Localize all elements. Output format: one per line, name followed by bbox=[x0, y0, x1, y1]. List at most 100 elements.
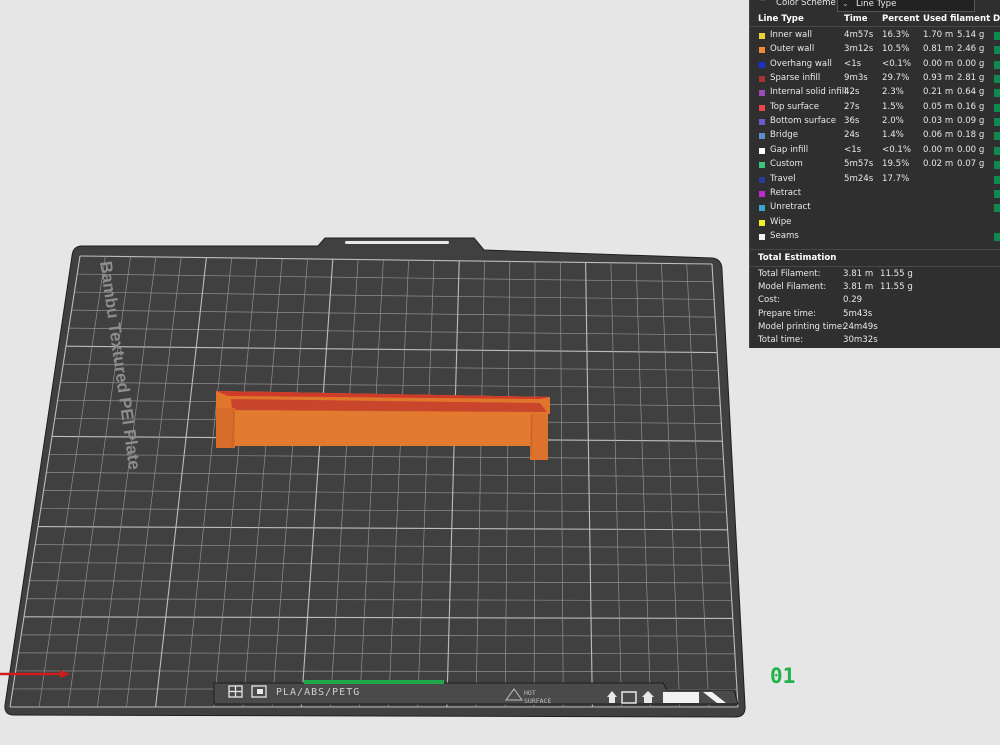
total-estimation-row: Total Filament: 3.81 m 11.55 g bbox=[750, 269, 1000, 282]
total-label: Total time: bbox=[758, 335, 804, 345]
filament-type-label: PLA/ABS/PETG bbox=[276, 687, 360, 698]
visibility-toggle[interactable] bbox=[994, 89, 1000, 98]
line-type-length: 0.00 m bbox=[923, 58, 954, 69]
visibility-toggle[interactable] bbox=[994, 75, 1000, 84]
line-type-swatch bbox=[759, 33, 765, 39]
line-type-time: 3m12s bbox=[844, 44, 874, 55]
line-type-length: 0.02 m bbox=[923, 159, 954, 170]
legend-row[interactable]: Bottom surface 36s 2.0% 0.03 m 0.09 g bbox=[750, 115, 1000, 129]
line-type-weight: 5.14 g bbox=[957, 30, 985, 40]
line-type-length: 1.70 m bbox=[923, 30, 954, 40]
hot-surface-label-2: SURFACE bbox=[524, 697, 551, 705]
line-type-weight: 0.64 g bbox=[957, 87, 985, 98]
total-estimation-row: Model printing time: 24m49s bbox=[750, 322, 1000, 335]
visibility-toggle[interactable] bbox=[994, 146, 1000, 155]
line-type-name: Wipe bbox=[770, 216, 792, 227]
visibility-toggle[interactable] bbox=[994, 132, 1000, 141]
total-label: Cost: bbox=[758, 295, 781, 306]
line-type-name: Retract bbox=[770, 187, 802, 198]
legend-header-divider bbox=[750, 26, 1000, 27]
line-type-swatch bbox=[759, 190, 765, 197]
legend-row[interactable]: Top surface 27s 1.5% 0.05 m 0.16 g bbox=[750, 101, 1000, 115]
line-type-time: 24s bbox=[844, 130, 860, 141]
line-type-percent: 19.5% bbox=[882, 159, 910, 170]
line-type-swatch bbox=[759, 233, 765, 240]
total-estimation-title: Total Estimation bbox=[758, 253, 837, 263]
line-type-weight: 0.18 g bbox=[957, 130, 985, 141]
visibility-toggle[interactable] bbox=[994, 118, 1000, 127]
total-value-1: 0.29 bbox=[843, 295, 863, 306]
color-scheme-value: Line Type bbox=[856, 0, 897, 9]
line-type-time: 42s bbox=[844, 87, 860, 98]
legend-row[interactable]: Sparse infill 9m3s 29.7% 0.93 m 2.81 g bbox=[750, 72, 1000, 86]
visibility-toggle[interactable] bbox=[994, 189, 1000, 198]
line-type-time: 36s bbox=[844, 116, 860, 127]
line-type-length: 0.06 m bbox=[923, 130, 954, 141]
legend-row[interactable]: Gap infill <1s <0.1% 0.00 m 0.00 g bbox=[750, 144, 1000, 158]
line-type-percent: 1.5% bbox=[882, 101, 904, 112]
legend-row[interactable]: Outer wall 3m12s 10.5% 0.81 m 2.46 g bbox=[750, 43, 1000, 57]
visibility-toggle[interactable] bbox=[994, 204, 1000, 213]
color-scheme-select[interactable]: ⌄ Line Type bbox=[837, 0, 975, 12]
legend-row[interactable]: Custom 5m57s 19.5% 0.02 m 0.07 g bbox=[750, 158, 1000, 172]
legend-row[interactable]: Internal solid infill 42s 2.3% 0.21 m 0.64 g bbox=[750, 86, 1000, 100]
line-type-time: 27s bbox=[844, 101, 860, 112]
legend-row[interactable]: Overhang wall <1s <0.1% 0.00 m 0.00 g bbox=[750, 58, 1000, 72]
line-type-swatch bbox=[759, 119, 765, 126]
legend-row[interactable]: Retract bbox=[750, 187, 1000, 201]
line-type-percent: <0.1% bbox=[882, 58, 912, 69]
line-type-swatch bbox=[759, 219, 765, 226]
visibility-toggle[interactable] bbox=[994, 232, 1000, 241]
legend-totals-title-divider bbox=[750, 266, 1000, 267]
line-type-name: Top surface bbox=[770, 101, 819, 112]
col-display: Di bbox=[993, 14, 1000, 24]
total-value-1: 3.81 m bbox=[843, 282, 874, 293]
chevron-down-icon: ⌄ bbox=[842, 0, 849, 8]
legend-row[interactable]: Bridge 24s 1.4% 0.06 m 0.18 g bbox=[750, 129, 1000, 143]
total-estimation-row: Prepare time: 5m43s bbox=[750, 309, 1000, 322]
line-type-name: Unretract bbox=[770, 202, 811, 213]
line-type-time: 9m3s bbox=[844, 73, 868, 84]
plate-index-label[interactable]: 01 bbox=[770, 664, 795, 688]
plate-handle bbox=[345, 241, 449, 244]
total-value-2: 11.55 g bbox=[880, 269, 913, 279]
visibility-toggle[interactable] bbox=[994, 46, 1000, 55]
line-type-time: 5m57s bbox=[844, 159, 874, 170]
visibility-toggle[interactable] bbox=[994, 218, 1000, 227]
visibility-toggle[interactable] bbox=[994, 103, 1000, 112]
plate-label-strip: PLA/ABS/PETG HOT SURFACE bbox=[213, 680, 739, 705]
line-type-swatch bbox=[759, 104, 765, 111]
line-type-percent: 2.3% bbox=[882, 87, 904, 98]
visibility-toggle[interactable] bbox=[994, 161, 1000, 170]
line-type-name: Internal solid infill bbox=[770, 87, 847, 98]
line-type-name: Sparse infill bbox=[770, 73, 821, 84]
line-type-name: Travel bbox=[770, 173, 796, 184]
total-label: Total Filament: bbox=[758, 269, 821, 279]
total-value-1: 30m32s bbox=[843, 335, 878, 345]
line-type-weight: 0.16 g bbox=[957, 101, 985, 112]
legend-panel: ⌃ Color Scheme ⌄ Line Type Line Type Tim… bbox=[749, 0, 1000, 348]
line-type-swatch bbox=[759, 76, 765, 83]
col-used-filament: Used filament bbox=[923, 14, 991, 24]
hot-surface-label-1: HOT bbox=[524, 689, 536, 697]
line-type-swatch bbox=[759, 147, 765, 154]
line-type-weight: 2.81 g bbox=[957, 73, 985, 84]
col-percent: Percent bbox=[882, 14, 920, 24]
line-type-time: <1s bbox=[844, 58, 862, 69]
line-type-percent: 29.7% bbox=[882, 73, 910, 84]
total-estimation-row: Cost: 0.29 bbox=[750, 295, 1000, 308]
legend-row[interactable]: Inner wall 4m57s 16.3% 1.70 m 5.14 g bbox=[750, 29, 1000, 43]
line-type-swatch bbox=[759, 47, 765, 54]
legend-row[interactable]: Wipe bbox=[750, 216, 1000, 230]
visibility-toggle[interactable] bbox=[994, 175, 1000, 184]
line-type-name: Outer wall bbox=[770, 44, 815, 55]
line-type-percent: 17.7% bbox=[882, 173, 910, 184]
visibility-toggle[interactable] bbox=[994, 32, 1000, 40]
legend-row[interactable]: Seams bbox=[750, 230, 1000, 244]
total-label: Model printing time: bbox=[758, 321, 846, 332]
legend-row[interactable]: Travel 5m24s 17.7% bbox=[750, 173, 1000, 187]
line-type-swatch bbox=[759, 176, 765, 183]
collapse-chevron-icon[interactable]: ⌃ bbox=[759, 0, 767, 8]
visibility-toggle[interactable] bbox=[994, 60, 1000, 69]
legend-row[interactable]: Unretract bbox=[750, 201, 1000, 215]
